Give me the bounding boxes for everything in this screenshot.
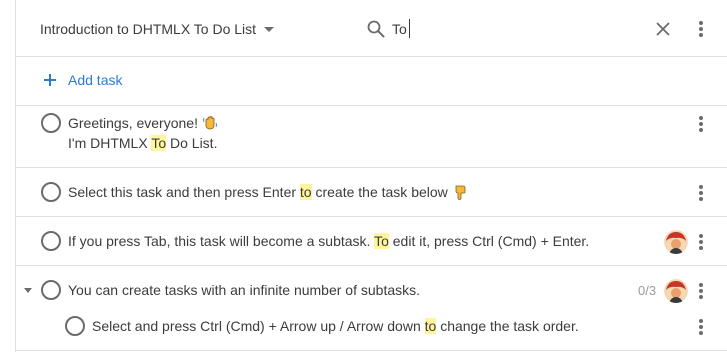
- divider: [16, 265, 727, 266]
- caret-down-icon: [264, 27, 275, 32]
- chevron-down-icon[interactable]: [24, 288, 32, 293]
- search-highlight: To: [374, 233, 389, 249]
- task-menu-icon[interactable]: [699, 116, 703, 132]
- task-checkbox[interactable]: [65, 316, 85, 336]
- toolbar: Introduction to DHTMLX To Do List: [16, 0, 727, 57]
- divider: [16, 216, 727, 217]
- add-task-label: Add task: [68, 72, 123, 88]
- divider: [16, 167, 727, 168]
- plus-icon: [44, 74, 56, 86]
- search-input[interactable]: [392, 18, 642, 40]
- waving-hand-icon: [202, 116, 217, 130]
- task-menu-icon[interactable]: [699, 185, 703, 201]
- task-menu-icon[interactable]: [699, 283, 703, 299]
- toolbar-menu-icon[interactable]: [699, 21, 703, 37]
- divider: [16, 350, 727, 351]
- task-text[interactable]: Greetings, everyone! I'm DHTMLX To Do Li…: [68, 113, 218, 153]
- project-selector[interactable]: Introduction to DHTMLX To Do List: [40, 19, 275, 39]
- task-checkbox[interactable]: [41, 280, 61, 300]
- add-task-button[interactable]: Add task: [44, 71, 122, 89]
- task-checkbox[interactable]: [41, 231, 61, 251]
- text-cursor: [409, 19, 410, 38]
- divider: [16, 105, 727, 106]
- todo-list: Introduction to DHTMLX To Do List Add ta…: [15, 0, 727, 352]
- task-menu-icon[interactable]: [699, 234, 703, 250]
- task-text[interactable]: Select and press Ctrl (Cmd) + Arrow up /…: [92, 316, 579, 336]
- task-checkbox[interactable]: [41, 182, 61, 202]
- avatar[interactable]: [664, 230, 688, 254]
- search-highlight: To: [151, 135, 167, 151]
- task-checkbox[interactable]: [41, 113, 61, 133]
- subtask-counter: 0/3: [638, 283, 657, 298]
- task-text[interactable]: You can create tasks with an infinite nu…: [68, 280, 420, 300]
- project-title: Introduction to DHTMLX To Do List: [40, 21, 257, 37]
- pointing-down-hand-icon: [455, 185, 466, 200]
- task-menu-icon[interactable]: [699, 319, 703, 335]
- search-highlight: to: [299, 184, 312, 200]
- task-text[interactable]: If you press Tab, this task will become …: [68, 231, 589, 251]
- search-icon: [367, 20, 385, 38]
- avatar[interactable]: [664, 279, 688, 303]
- task-text[interactable]: Select this task and then press Enter to…: [68, 182, 468, 202]
- search-highlight: to: [424, 318, 437, 334]
- close-icon[interactable]: [655, 21, 671, 37]
